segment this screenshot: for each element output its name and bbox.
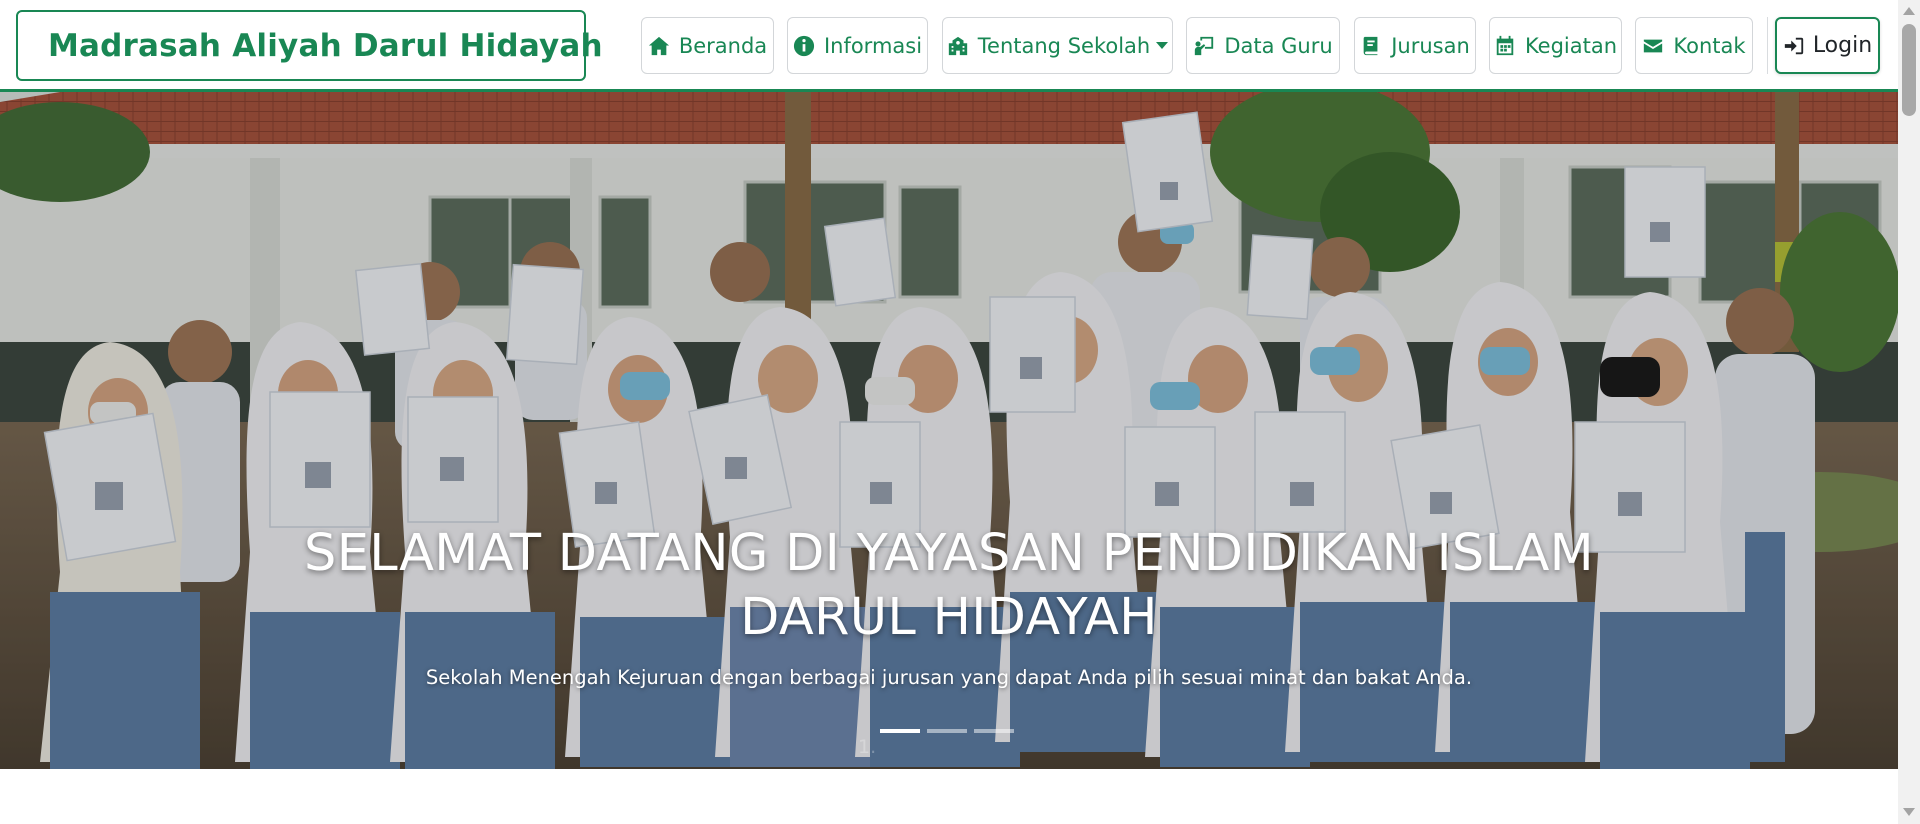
brand-name: Madrasah Aliyah Darul Hidayah <box>48 27 603 64</box>
carousel-indicators <box>880 729 1014 733</box>
carousel-indicator-1[interactable] <box>880 729 920 733</box>
nav-beranda[interactable]: Beranda <box>641 17 774 74</box>
nav-informasi-label: Informasi <box>823 33 923 58</box>
teacher-icon <box>1195 36 1214 55</box>
login-label: Login <box>1812 33 1873 58</box>
chevron-down-icon <box>1156 42 1169 49</box>
hero-title: SELAMAT DATANG DI YAYASAN PENDIDIKAN ISL… <box>304 524 1594 647</box>
info-circle-icon <box>793 35 815 56</box>
page-scrollbar[interactable] <box>1898 0 1920 824</box>
nav-kontak-label: Kontak <box>1673 33 1746 58</box>
hero-caption: SELAMAT DATANG DI YAYASAN PENDIDIKAN ISL… <box>0 522 1898 689</box>
nav-kegiatan-label: Kegiatan <box>1524 33 1618 58</box>
home-icon <box>648 36 669 55</box>
carousel-faded-number: 1. <box>858 736 877 758</box>
navbar: Madrasah Aliyah Darul Hidayah Beranda In… <box>0 0 1898 92</box>
nav-data-guru[interactable]: Data Guru <box>1186 17 1340 74</box>
envelope-icon <box>1644 39 1663 52</box>
hero-carousel: SELAMAT DATANG DI YAYASAN PENDIDIKAN ISL… <box>0 92 1898 769</box>
scrollbar-thumb[interactable] <box>1902 24 1916 116</box>
hero-subtitle: Sekolah Menengah Kejuruan dengan berbaga… <box>425 666 1473 689</box>
carousel-indicator-3[interactable] <box>974 729 1014 733</box>
carousel-indicator-2[interactable] <box>927 729 967 733</box>
sign-in-icon <box>1784 37 1803 54</box>
school-icon <box>948 36 967 55</box>
nav-divider <box>1767 17 1768 74</box>
login-button[interactable]: Login <box>1775 17 1880 74</box>
scroll-up-icon[interactable] <box>1903 7 1915 15</box>
nav-kegiatan[interactable]: Kegiatan <box>1489 17 1622 74</box>
nav-jurusan-label: Jurusan <box>1391 33 1470 58</box>
book-icon <box>1363 36 1378 55</box>
nav-data-guru-label: Data Guru <box>1224 33 1333 58</box>
nav-informasi[interactable]: Informasi <box>787 17 928 74</box>
nav-tentang-sekolah[interactable]: Tentang Sekolah <box>942 17 1173 74</box>
nav-tentang-sekolah-label: Tentang Sekolah <box>977 33 1151 58</box>
scroll-down-icon[interactable] <box>1903 808 1915 816</box>
nav-jurusan[interactable]: Jurusan <box>1354 17 1476 74</box>
brand-link[interactable]: Madrasah Aliyah Darul Hidayah <box>16 10 603 81</box>
nav-kontak[interactable]: Kontak <box>1635 17 1753 74</box>
calendar-icon <box>1496 35 1514 55</box>
nav-beranda-label: Beranda <box>678 33 768 58</box>
